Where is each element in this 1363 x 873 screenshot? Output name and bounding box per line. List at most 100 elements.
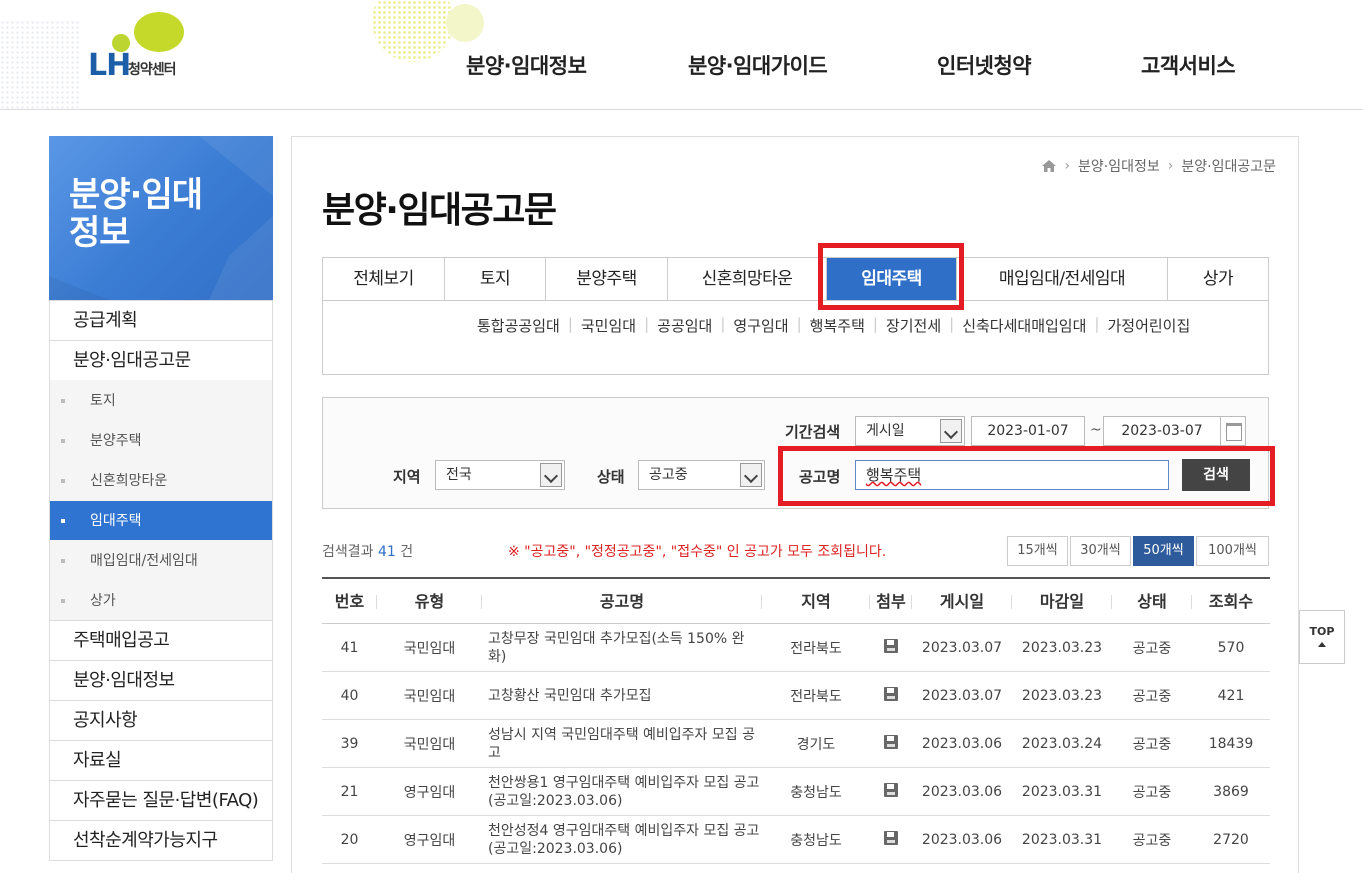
chevron-down-icon	[940, 419, 962, 443]
cell-title[interactable]: 고창무장 국민임대 추가모집(소득 150% 완화)	[482, 630, 762, 666]
sidebar-item-library[interactable]: 자료실	[50, 740, 272, 780]
subtab-item[interactable]: 공공임대	[649, 315, 720, 336]
cell-status: 공고중	[1132, 688, 1172, 705]
scroll-top-button[interactable]: TOP	[1299, 610, 1345, 664]
sidebar-subitem-newlywed-town[interactable]: 신혼희망타운	[50, 460, 272, 500]
breadcrumb-item[interactable]: 분양·임대정보	[1078, 156, 1160, 176]
subtab-item[interactable]: 가정어린이집	[1099, 315, 1190, 336]
table-row[interactable]: 20 영구임대 천안성정4 영구임대주택 예비입주자 모집 공고(공고일:2023.…	[322, 816, 1270, 864]
subtab-list: 통합공공임대 | 국민임대 | 공공임대 | 영구임대 | 행복주택 | 장기전세 | 신축…	[469, 315, 1190, 336]
cell-attachment	[870, 830, 912, 849]
tab-newlywed-town[interactable]: 신혼희망타운	[668, 258, 827, 300]
cell-posted: 2023.03.06	[921, 735, 1003, 752]
date-to-input[interactable]: 2023-03-07	[1103, 416, 1221, 446]
per-page-30[interactable]: 30개씩	[1070, 536, 1131, 566]
tab-purchase-rental[interactable]: 매입임대/전세임대	[957, 258, 1168, 300]
table-body: 41 국민임대 고창무장 국민임대 추가모집(소득 150% 완화) 전라북도 2023…	[322, 624, 1270, 864]
cell-title[interactable]: 고창황산 국민임대 추가모집	[482, 687, 762, 705]
cell-deadline: 2023.03.24	[1021, 735, 1103, 752]
table-row[interactable]: 40 국민임대 고창황산 국민임대 추가모집 전라북도 2023.03.07 2023.0…	[322, 672, 1270, 720]
home-icon[interactable]	[1042, 160, 1057, 172]
attachment-icon[interactable]	[884, 686, 898, 701]
cell-title[interactable]: 천안쌍용1 영구임대주택 예비입주자 모집 공고(공고일:2023.03.06)	[482, 774, 762, 810]
subtab-item[interactable]: 국민임대	[573, 315, 644, 336]
tab-sale-housing[interactable]: 분양주택	[546, 258, 668, 300]
cell-status: 공고중	[1132, 832, 1172, 849]
cell-title[interactable]: 천안성정4 영구임대주택 예비입주자 모집 공고(공고일:2023.03.06)	[482, 822, 762, 858]
cell-region: 전라북도	[790, 640, 842, 657]
sidebar-subitem-purchase-rental[interactable]: 매입임대/전세임대	[50, 540, 272, 580]
sidebar-subitem-land[interactable]: 토지	[50, 380, 272, 420]
cell-attachment	[870, 638, 912, 657]
gnb-item[interactable]: 인터넷청약	[937, 50, 1032, 80]
cell-no: 21	[340, 783, 359, 800]
sidebar-subitem-shops[interactable]: 상가	[50, 580, 272, 620]
gnb-item[interactable]: 분양·임대가이드	[688, 50, 828, 80]
per-page-15[interactable]: 15개씩	[1007, 536, 1068, 566]
breadcrumb-item[interactable]: 분양·임대공고문	[1181, 156, 1276, 176]
per-page-50[interactable]: 50개씩	[1133, 536, 1194, 566]
chevron-right-icon: ›	[1064, 158, 1071, 174]
sidebar-title: 분양·임대 정보	[69, 175, 203, 253]
region-label: 지역	[393, 468, 421, 486]
sidebar-item-notices[interactable]: 분양·임대공고문	[50, 340, 272, 380]
decorative-circle	[446, 4, 484, 42]
per-page-100[interactable]: 100개씩	[1196, 536, 1269, 566]
sidebar-hero: 분양·임대 정보	[49, 136, 273, 300]
sidebar-item-announcements[interactable]: 공지사항	[50, 700, 272, 740]
site-logo[interactable]: LH 청약센터	[88, 12, 228, 83]
cell-title[interactable]: 성남시 지역 국민임대주택 예비입주자 모집 공고	[482, 726, 762, 762]
subtab-item[interactable]: 신축다세대매입임대	[954, 315, 1094, 336]
cell-type: 국민임대	[403, 640, 456, 657]
cell-region: 충청남도	[790, 784, 842, 801]
cell-posted: 2023.03.07	[921, 639, 1003, 656]
cell-views: 2720	[1213, 831, 1249, 848]
gnb-item[interactable]: 분양·임대정보	[466, 50, 587, 80]
chevron-down-icon	[540, 463, 562, 487]
cell-posted: 2023.03.06	[921, 831, 1003, 848]
cell-no: 41	[340, 639, 359, 656]
sidebar-item-info[interactable]: 분양·임대정보	[50, 660, 272, 700]
cell-type: 국민임대	[403, 736, 456, 753]
attachment-icon[interactable]	[884, 638, 898, 653]
attachment-icon[interactable]	[884, 734, 898, 749]
period-type-select[interactable]: 게시일	[855, 416, 965, 446]
subtab-item[interactable]: 통합공공임대	[469, 315, 568, 336]
cell-posted: 2023.03.06	[921, 783, 1003, 800]
gnb-item[interactable]: 고객서비스	[1141, 50, 1236, 80]
cell-attachment	[870, 686, 912, 705]
arrow-up-icon	[1318, 642, 1326, 647]
cell-views: 421	[1217, 687, 1245, 704]
cell-deadline: 2023.03.23	[1021, 687, 1103, 704]
sidebar-item-supply-plan[interactable]: 공급계획	[50, 300, 272, 340]
tab-land[interactable]: 토지	[445, 258, 546, 300]
table-row[interactable]: 39 국민임대 성남시 지역 국민임대주택 예비입주자 모집 공고 경기도 2023.0…	[322, 720, 1270, 768]
table-row[interactable]: 21 영구임대 천안쌍용1 영구임대주택 예비입주자 모집 공고(공고일:2023.…	[322, 768, 1270, 816]
chevron-right-icon: ›	[1167, 158, 1174, 174]
subtab-item[interactable]: 장기전세	[878, 315, 949, 336]
table-row[interactable]: 41 국민임대 고창무장 국민임대 추가모집(소득 150% 완화) 전라북도 2023…	[322, 624, 1270, 672]
status-select[interactable]: 공고중	[638, 460, 765, 490]
sidebar-item-first-come[interactable]: 선착순계약가능지구	[50, 820, 272, 860]
subtab-item[interactable]: 영구임대	[725, 315, 796, 336]
attachment-icon[interactable]	[884, 782, 898, 797]
sidebar-item-faq[interactable]: 자주묻는 질문·답변(FAQ)	[50, 780, 272, 820]
sidebar-item-housing-purchase[interactable]: 주택매입공고	[50, 620, 272, 660]
sidebar-subitem-sale-housing[interactable]: 분양주택	[50, 420, 272, 460]
subtab-item[interactable]: 행복주택	[802, 315, 873, 336]
region-select[interactable]: 전국	[435, 460, 565, 490]
site-header: LH 청약센터 분양·임대정보 분양·임대가이드 인터넷청약 고객서비스	[0, 0, 1363, 110]
status-label: 상태	[597, 468, 625, 486]
date-from-input[interactable]: 2023-01-07	[971, 416, 1085, 446]
cell-attachment	[870, 782, 912, 801]
sidebar-menu: 공급계획 분양·임대공고문 토지 분양주택 신혼희망타운 임대주택 매입임대/전…	[49, 300, 273, 861]
sidebar-subitem-rental-housing[interactable]: 임대주택	[50, 500, 272, 540]
period-label: 기간검색	[785, 423, 841, 441]
cell-region: 경기도	[796, 736, 836, 753]
calendar-icon[interactable]	[1220, 416, 1246, 446]
tab-shops[interactable]: 상가	[1168, 258, 1268, 300]
cell-status: 공고중	[1132, 736, 1172, 753]
tab-all[interactable]: 전체보기	[323, 258, 445, 300]
attachment-icon[interactable]	[884, 830, 898, 845]
decorative-circle	[372, 0, 454, 62]
